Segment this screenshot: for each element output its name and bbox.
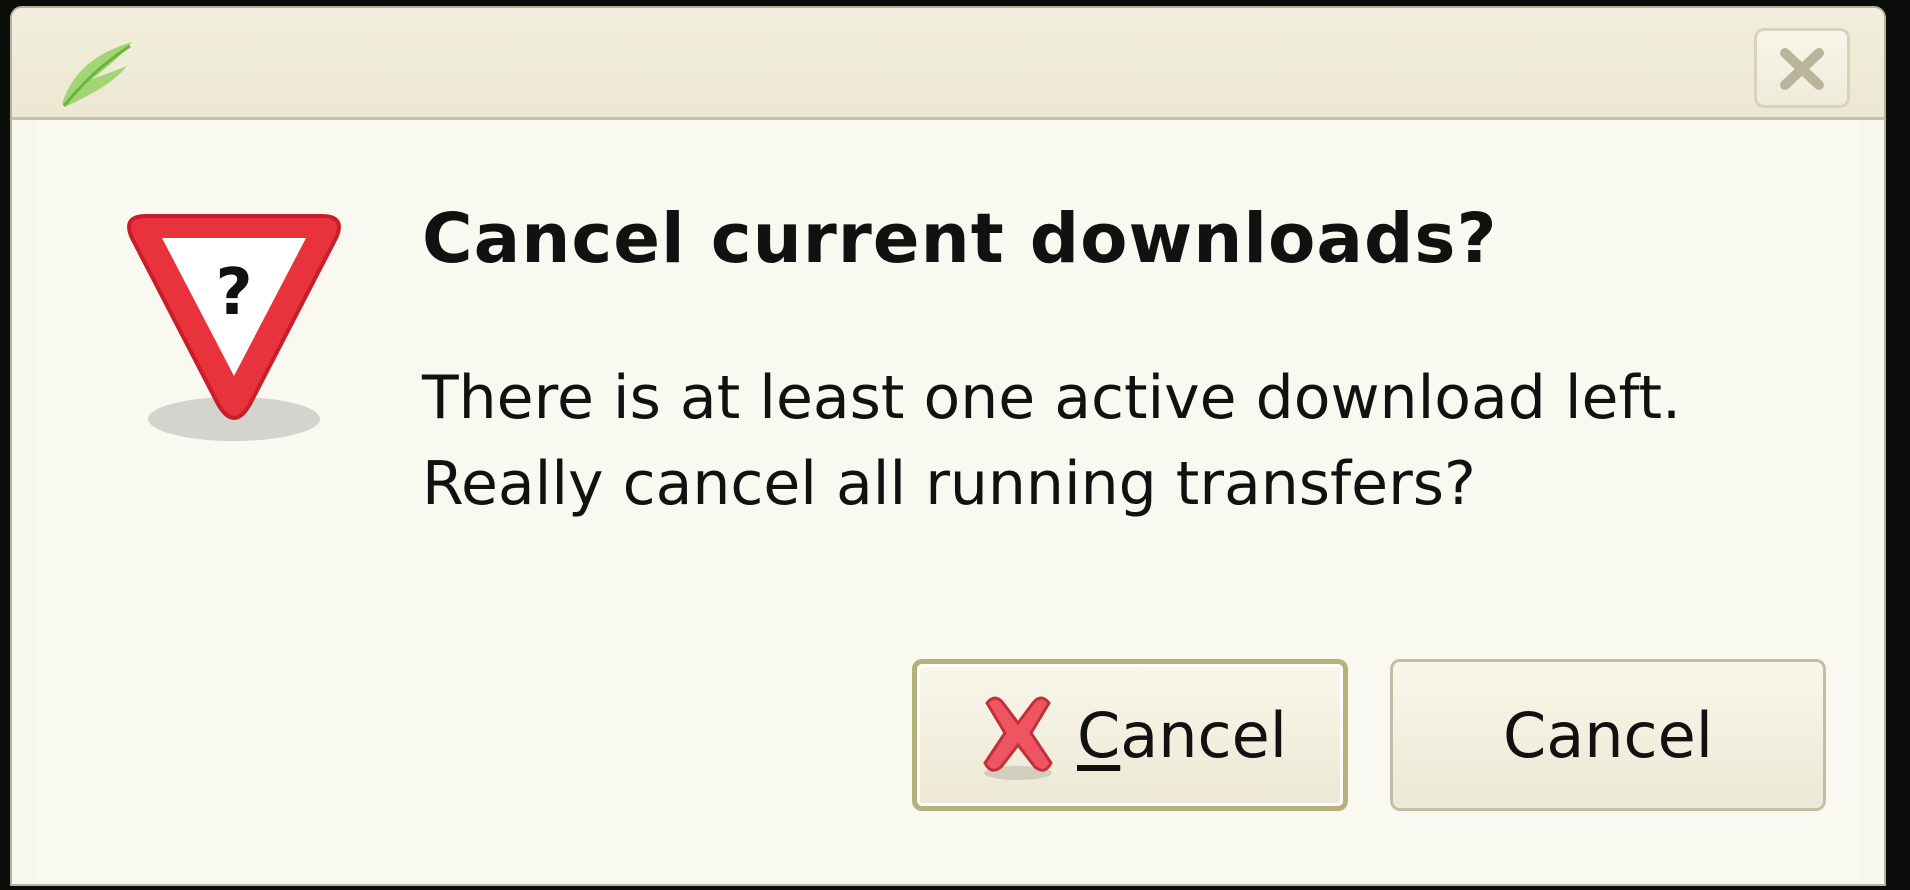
cancel-x-icon (983, 696, 1053, 780)
cancel-button-label: Cancel (1502, 698, 1714, 772)
titlebar[interactable] (12, 8, 1884, 120)
close-icon (1780, 48, 1824, 90)
leaf-app-icon (62, 42, 132, 107)
dialog-content: ? Cancel current downloads? There is at … (36, 120, 1860, 884)
question-warning-icon: ? (127, 214, 341, 441)
close-button[interactable] (1754, 28, 1850, 108)
cancel-downloads-button[interactable]: Cancel (912, 659, 1348, 811)
svg-text:?: ? (215, 256, 252, 330)
message-line-2: Really cancel all running transfers? (422, 449, 1476, 519)
cancel-downloads-label: Cancel (1076, 698, 1288, 772)
message-line-1: There is at least one active download le… (422, 363, 1682, 433)
dialog-message: There is at least one active download le… (422, 355, 1681, 527)
dialog-window: ? Cancel current downloads? There is at … (10, 6, 1886, 886)
dialog-heading: Cancel current downloads? (422, 199, 1498, 279)
cancel-button[interactable]: Cancel (1390, 659, 1826, 811)
